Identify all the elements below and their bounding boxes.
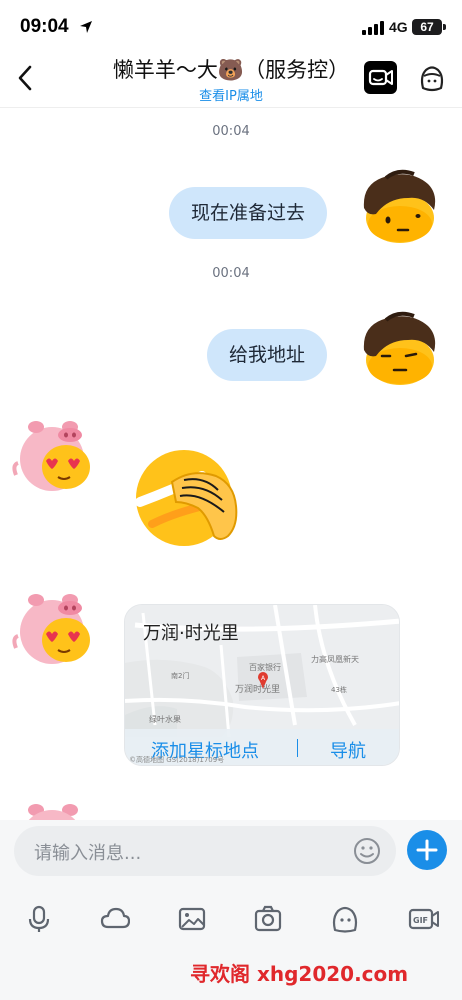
message-timestamp: 00:04 [212,124,250,139]
signal-icon [362,21,384,35]
battery-level: 67 [412,19,442,35]
chat-title[interactable]: 懒羊羊～大🐻（服务控） [100,54,362,84]
map-label: 绿叶水果 [149,715,181,724]
gif-icon[interactable]: GIF [408,904,440,934]
plus-icon [416,839,438,861]
facepalm-sticker[interactable] [132,446,240,546]
message-input[interactable]: 请输入消息... [14,826,396,876]
outgoing-message[interactable]: 现在准备过去 [168,187,327,239]
map-copyright: ©高德地图 GS(2018)1709号 [129,756,225,764]
back-icon[interactable] [10,60,40,96]
my-avatar[interactable] [358,310,438,390]
action-divider [297,739,298,757]
map-label: 万润时光里 [235,685,281,695]
sticker-icon[interactable] [330,904,360,934]
video-call-button[interactable] [364,61,397,94]
battery-tip [443,24,446,30]
map-label: 百家银行 [249,663,281,672]
outgoing-message[interactable]: 给我地址 [206,329,327,381]
my-avatar[interactable] [358,168,438,248]
video-camera-icon [368,69,393,86]
navigate-button[interactable]: 导航 [330,737,366,763]
map-label: 力高凤凰新天 [311,655,359,664]
map-label: 43栋 [331,686,347,694]
network-type: 4G [389,19,408,35]
more-options-button[interactable] [407,830,447,870]
contact-avatar[interactable] [12,588,92,668]
mic-icon[interactable] [24,904,54,934]
chat-header: 懒羊羊～大🐻（服务控） 查看IP属地 [0,50,462,108]
profile-icon[interactable] [416,62,448,94]
map-label: 南2门 [171,672,190,680]
location-card[interactable]: A 万润·时光里 力高凤凰新天 万润时光里 绿叶水果 百家银行 南2门 43栋 … [124,604,400,766]
status-bar: 09:04 4G 67 [0,0,462,54]
camera-icon[interactable] [253,904,283,934]
location-title: 万润·时光里 [143,623,239,644]
message-input-placeholder: 请输入消息... [34,843,142,864]
svg-text:GIF: GIF [413,916,428,925]
watermark: 寻欢阁 xhg2020.com [190,962,409,986]
cloud-icon[interactable] [100,904,130,934]
image-icon[interactable] [177,904,207,934]
ip-location-link[interactable]: 查看IP属地 [100,85,362,104]
message-timestamp: 00:04 [212,266,250,281]
location-arrow-icon [80,21,92,33]
status-time: 09:04 [20,16,69,37]
contact-avatar[interactable] [12,415,92,495]
emoji-icon[interactable] [352,836,382,866]
